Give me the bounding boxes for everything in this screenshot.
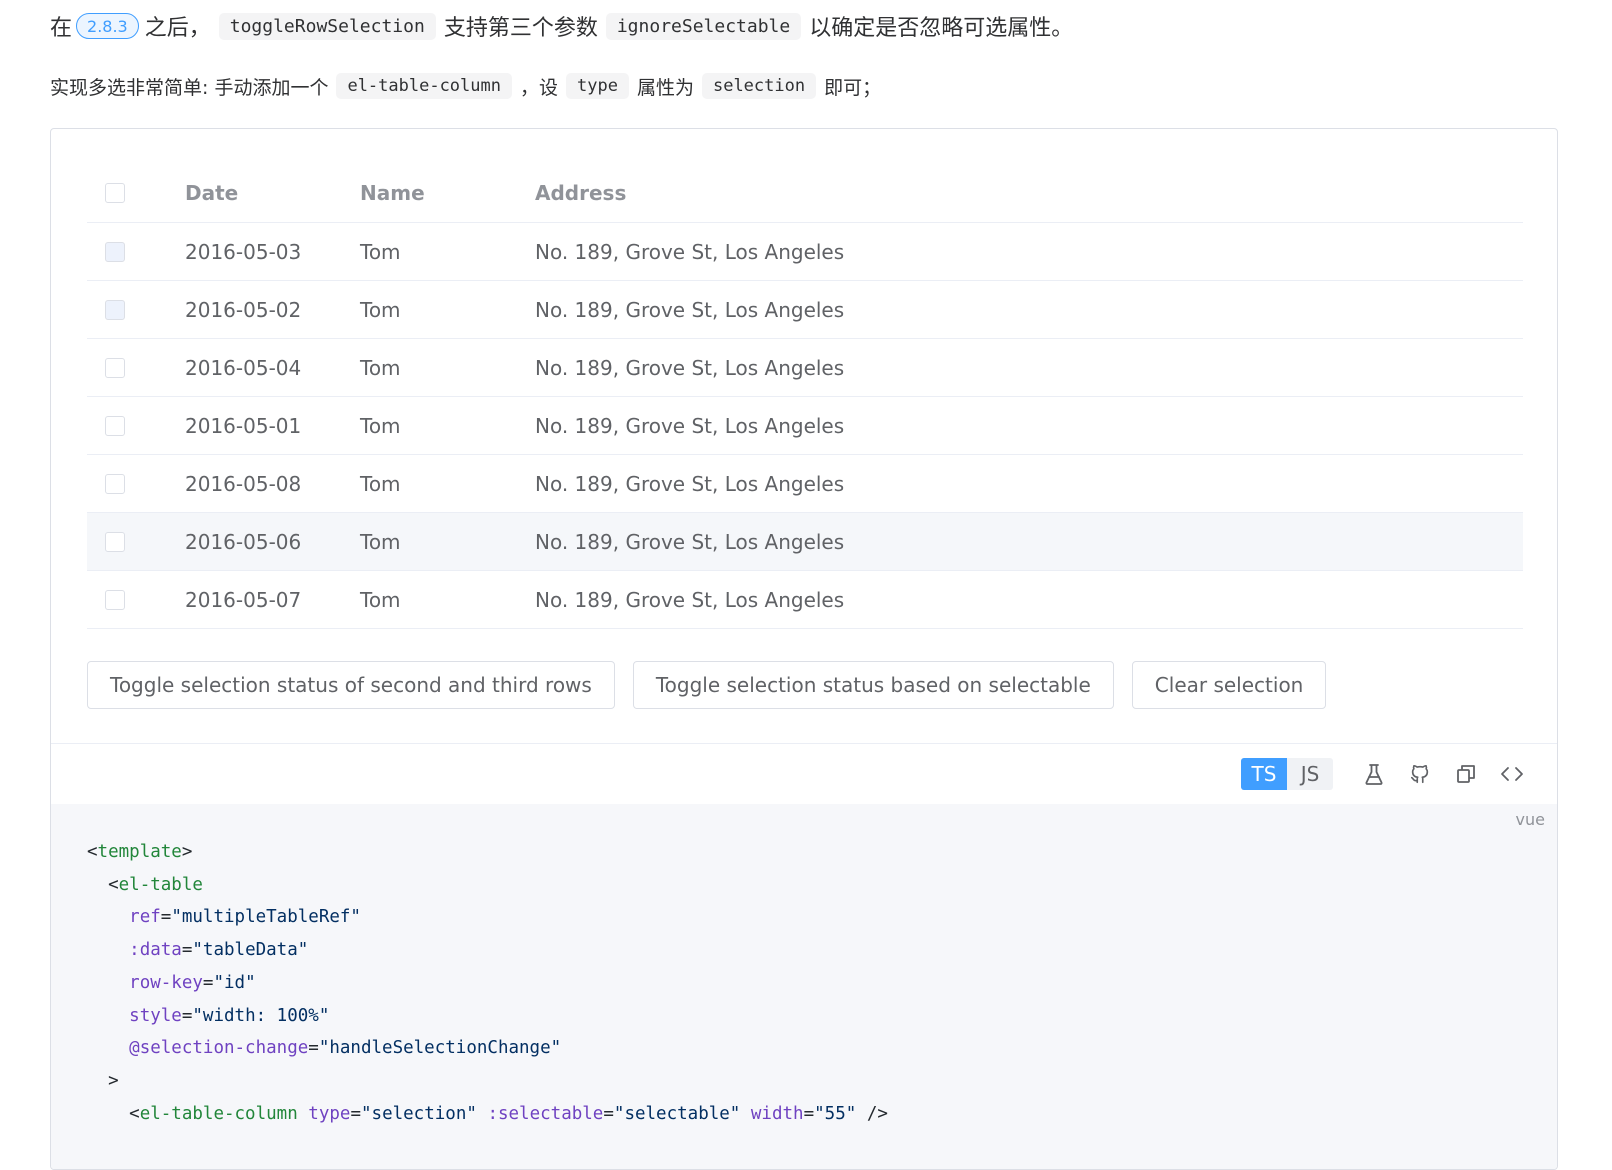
cell-date: 2016-05-01 — [185, 413, 302, 438]
toggle-second-third-rows-button[interactable]: Toggle selection status of second and th… — [87, 661, 615, 709]
code-token: :data — [129, 940, 182, 961]
playground-icon[interactable] — [1351, 758, 1397, 790]
ts-toggle[interactable]: TS — [1241, 758, 1287, 790]
code-token: el-table — [118, 874, 203, 895]
row-checkbox[interactable] — [105, 531, 125, 552]
code-content: <template> <el-table ref="multipleTableR… — [87, 842, 888, 1124]
code-token: "width: 100%" — [192, 1005, 330, 1026]
code-token: width — [750, 1103, 804, 1124]
intro-text: 即可； — [824, 76, 882, 99]
cell-address: No. 189, Grove St, Los Angeles — [535, 471, 845, 496]
code-token: template — [97, 842, 182, 862]
row-checkbox[interactable] — [105, 473, 125, 494]
table-row[interactable]: 2016-05-02 Tom No. 189, Grove St, Los An… — [87, 281, 1523, 339]
cell-date: 2016-05-07 — [185, 587, 302, 612]
cell-name: Tom — [360, 355, 401, 380]
intro-text: 之后， — [144, 16, 211, 41]
inline-code-type: type — [566, 73, 629, 99]
inline-code-selection: selection — [701, 73, 817, 99]
table-row[interactable]: 2016-05-01 Tom No. 189, Grove St, Los An… — [87, 397, 1523, 455]
language-switch: TS JS — [1241, 758, 1333, 790]
table-row[interactable]: 2016-05-07 Tom No. 189, Grove St, Los An… — [87, 571, 1523, 629]
cell-address: No. 189, Grove St, Los Angeles — [535, 529, 845, 554]
inline-code-toggle-row-selection: toggleRowSelection — [218, 12, 436, 40]
cell-address: No. 189, Grove St, Los Angeles — [535, 413, 845, 438]
code-token: @selection-change — [129, 1038, 309, 1059]
code-token: "selectable" — [613, 1103, 741, 1124]
column-header-address: Address — [535, 180, 627, 205]
table-row[interactable]: 2016-05-03 Tom No. 189, Grove St, Los An… — [87, 223, 1523, 281]
inline-code-ignore-selectable: ignoreSelectable — [605, 12, 802, 40]
intro-text: 在 — [50, 16, 73, 41]
github-icon[interactable] — [1397, 758, 1443, 790]
table-row[interactable]: 2016-05-08 Tom No. 189, Grove St, Los An… — [87, 455, 1523, 513]
cell-address: No. 189, Grove St, Los Angeles — [535, 239, 845, 264]
code-token: > — [108, 1070, 119, 1091]
demo-block: Date Name Address 2016-05-03 Tom No. 189… — [50, 128, 1558, 1170]
column-header-name: Name — [360, 180, 425, 205]
intro-text: 支持第三个参数 — [443, 16, 598, 41]
cell-date: 2016-05-04 — [185, 355, 302, 380]
selection-table: Date Name Address 2016-05-03 Tom No. 189… — [87, 163, 1523, 629]
copy-icon[interactable] — [1443, 758, 1489, 790]
cell-date: 2016-05-06 — [185, 529, 302, 554]
intro-text: 实现多选非常简单: 手动添加一个 — [50, 76, 329, 99]
intro-text: 以确定是否忽略可选属性。 — [809, 16, 1074, 41]
cell-address: No. 189, Grove St, Los Angeles — [535, 297, 845, 322]
row-checkbox[interactable] — [105, 357, 125, 378]
cell-date: 2016-05-02 — [185, 297, 302, 322]
view-source-icon[interactable] — [1489, 758, 1535, 790]
code-block: vue <template> <el-table ref="multipleTa… — [51, 804, 1557, 1169]
js-toggle[interactable]: JS — [1287, 758, 1333, 790]
cell-name: Tom — [360, 413, 401, 438]
code-token: /> — [856, 1103, 888, 1124]
cell-name: Tom — [360, 239, 401, 264]
code-token: "tableData" — [192, 940, 309, 961]
table-row[interactable]: 2016-05-06 Tom No. 189, Grove St, Los An… — [87, 513, 1523, 571]
inline-code-el-table-column: el-table-column — [336, 73, 512, 99]
code-token: :selectable — [487, 1103, 604, 1124]
code-token: row-key — [129, 972, 203, 993]
code-token: "handleSelectionChange" — [318, 1038, 562, 1059]
code-token: el-table-column — [139, 1103, 298, 1124]
code-token: "id" — [213, 972, 256, 993]
cell-address: No. 189, Grove St, Los Angeles — [535, 355, 845, 380]
cell-name: Tom — [360, 587, 401, 612]
cell-name: Tom — [360, 529, 401, 554]
clear-selection-button[interactable]: Clear selection — [1131, 661, 1327, 709]
cell-name: Tom — [360, 471, 401, 496]
code-token: type — [308, 1103, 351, 1124]
cell-date: 2016-05-08 — [185, 471, 302, 496]
code-language-label: vue — [1515, 810, 1545, 829]
code-token: ref — [129, 907, 161, 928]
cell-name: Tom — [360, 297, 401, 322]
row-checkbox[interactable] — [105, 241, 125, 262]
select-all-checkbox[interactable] — [105, 182, 125, 203]
cell-date: 2016-05-03 — [185, 239, 302, 264]
row-checkbox[interactable] — [105, 589, 125, 610]
row-checkbox[interactable] — [105, 415, 125, 436]
code-token: "multipleTableRef" — [171, 907, 361, 928]
table-header-row: Date Name Address — [87, 163, 1523, 223]
table-row[interactable]: 2016-05-04 Tom No. 189, Grove St, Los An… — [87, 339, 1523, 397]
intro-text: ，设 — [519, 76, 558, 99]
action-buttons: Toggle selection status of second and th… — [87, 661, 1327, 709]
code-token: style — [129, 1005, 182, 1026]
column-header-date: Date — [185, 180, 239, 205]
demo-toolbar: TS JS — [51, 744, 1557, 804]
intro-text: 属性为 — [636, 76, 694, 99]
intro-paragraph-multiselect: 实现多选非常简单: 手动添加一个 el-table-column ，设 type… — [50, 68, 881, 104]
intro-paragraph-version: 在 2.8.3 之后， toggleRowSelection 支持第三个参数 i… — [50, 6, 1073, 46]
code-token: "selection" — [361, 1103, 477, 1124]
cell-address: No. 189, Grove St, Los Angeles — [535, 587, 845, 612]
row-checkbox[interactable] — [105, 299, 125, 320]
toggle-selectable-button[interactable]: Toggle selection status based on selecta… — [632, 661, 1114, 709]
code-token: "55" — [814, 1103, 857, 1124]
version-tag: 2.8.3 — [76, 13, 139, 39]
